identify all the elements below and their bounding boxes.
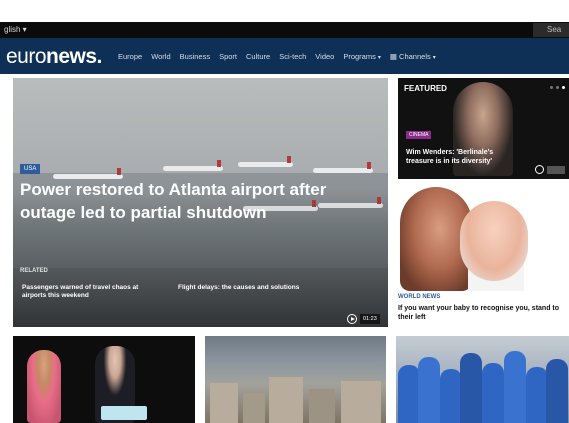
nav-item-europe[interactable]: Europe <box>118 52 142 61</box>
nav-menu: Europe World Business Sport Culture Sci-… <box>118 52 436 61</box>
featured-label: FEATURED <box>404 84 447 93</box>
euronews-logo[interactable]: euronews. <box>6 45 102 69</box>
crowd-person <box>482 363 504 423</box>
chevron-down-icon: ▾ <box>432 55 436 61</box>
baby-figure <box>460 201 528 281</box>
main-navigation: euronews. Europe World Business Sport Cu… <box>0 38 569 74</box>
building <box>341 381 381 423</box>
related-link[interactable]: Flight delays: the causes and solutions <box>178 284 308 292</box>
featured-story[interactable]: FEATURED CINEMA Wim Wenders: 'Berlinale'… <box>398 78 569 179</box>
hero-headline[interactable]: Power restored to Atlanta airport after … <box>20 178 350 224</box>
nav-item-programs[interactable]: Programs ▾ <box>343 52 381 61</box>
nav-item-video[interactable]: Video <box>315 52 334 61</box>
crowd-person <box>546 359 568 423</box>
crowd-person <box>504 351 526 423</box>
related-label: RELATED <box>20 268 48 274</box>
building <box>309 389 335 423</box>
nav-item-world[interactable]: World <box>151 52 170 61</box>
logo-text-bold: news. <box>46 45 102 68</box>
carousel-dot[interactable] <box>556 86 559 89</box>
crowd-person <box>460 353 482 423</box>
search-button[interactable]: Sea <box>533 23 569 37</box>
chevron-down-icon: ▾ <box>377 55 381 61</box>
story-thumbnail[interactable] <box>396 336 569 423</box>
building <box>210 383 238 423</box>
nav-item-sci-tech[interactable]: Sci-tech <box>279 52 306 61</box>
play-icon[interactable] <box>347 314 357 324</box>
nav-item-business[interactable]: Business <box>180 52 210 61</box>
logo-text-light: euro <box>6 45 47 68</box>
story-thumbnail[interactable] <box>13 336 195 423</box>
carousel-dots[interactable] <box>550 86 565 89</box>
nav-item-culture[interactable]: Culture <box>246 52 270 61</box>
podium-sign <box>101 406 147 420</box>
category-tag[interactable]: CINEMA <box>406 131 432 139</box>
crowd-person <box>398 365 420 423</box>
channels-label: Channels <box>399 52 431 61</box>
building <box>269 377 303 423</box>
hero-story[interactable]: USA Power restored to Atlanta airport af… <box>13 78 388 327</box>
building <box>243 393 265 423</box>
language-selector[interactable]: glish ▾ <box>4 25 27 34</box>
nav-item-channels[interactable]: ▦ Channels ▾ <box>390 52 436 61</box>
speaker-woman <box>27 350 61 423</box>
video-duration <box>547 166 565 174</box>
crowd-person <box>526 367 548 423</box>
related-link[interactable]: Passengers warned of travel chaos at air… <box>22 284 162 300</box>
carousel-dot[interactable] <box>550 86 553 89</box>
top-bar: glish ▾ Sea <box>0 22 569 38</box>
carousel-dot[interactable] <box>562 86 565 89</box>
programs-label: Programs <box>343 52 376 61</box>
featured-title[interactable]: Wim Wenders: 'Berlinale's treasure is in… <box>406 148 521 166</box>
crowd-person <box>440 369 462 423</box>
grid-icon: ▦ <box>389 52 400 61</box>
nav-item-sport[interactable]: Sport <box>219 52 237 61</box>
side-story-title[interactable]: If you want your baby to recognise you, … <box>398 304 569 322</box>
video-duration: 01:23 <box>360 314 380 324</box>
side-story-image[interactable] <box>398 183 569 291</box>
crowd-person <box>418 357 440 423</box>
play-icon[interactable] <box>535 165 544 174</box>
category-tag[interactable]: WORLD NEWS <box>398 294 440 300</box>
category-tag[interactable]: USA <box>20 164 41 174</box>
story-thumbnail[interactable] <box>205 336 386 423</box>
